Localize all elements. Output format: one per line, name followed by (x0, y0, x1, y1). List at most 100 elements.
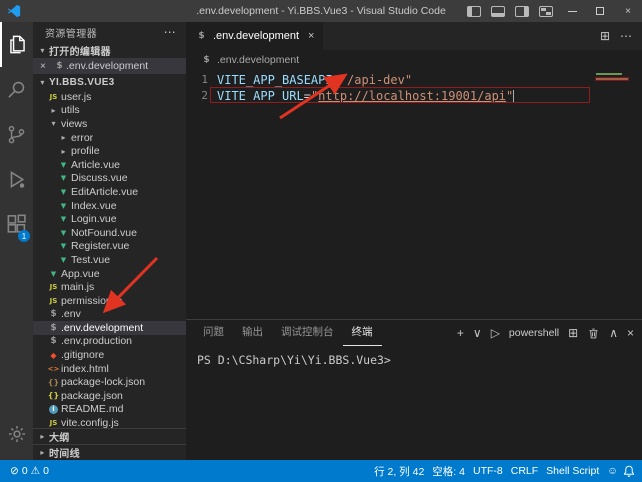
close-icon: × (625, 6, 631, 17)
terminal-profile-label[interactable]: powershell (509, 327, 559, 339)
open-editors-header[interactable]: ▾ 打开的编辑器 (33, 42, 186, 58)
chevron-right-icon: ▸ (47, 106, 60, 115)
warning-icon: ⚠ (31, 465, 40, 477)
panel-tab-终端[interactable]: 终端 (343, 320, 382, 346)
file-name: error (70, 132, 93, 144)
encoding[interactable]: UTF-8 (469, 465, 507, 477)
file-name: main.js (60, 281, 94, 293)
tree-item-permission.js[interactable]: JSpermission.js (33, 294, 186, 308)
tree-item-Test.vue[interactable]: ▼Test.vue (33, 253, 186, 267)
tree-item-README.md[interactable]: iREADME.md (33, 403, 186, 417)
panel-tab-输出[interactable]: 输出 (233, 320, 272, 346)
tab-env-development[interactable]: $ .env.development × (186, 22, 323, 50)
file-name: package.json (60, 390, 123, 402)
file-name: .gitignore (60, 349, 104, 361)
vue-file-icon: ▼ (47, 270, 60, 278)
tree-item-Register.vue[interactable]: ▼Register.vue (33, 240, 186, 254)
panel-tab-问题[interactable]: 问题 (194, 320, 233, 346)
code-editor[interactable]: 1VITE_APP_BASEAPI="/api-dev"2VITE_APP_UR… (186, 69, 642, 319)
search-icon (6, 79, 27, 100)
panel-tab-调试控制台[interactable]: 调试控制台 (272, 320, 343, 346)
chevron-down-icon[interactable]: ∨ (473, 326, 482, 340)
toggle-panel-icon[interactable] (491, 6, 505, 17)
title-bar: .env.development - Yi.BBS.Vue3 - Visual … (0, 0, 642, 22)
language-mode[interactable]: Shell Script (542, 465, 603, 477)
split-editor-icon[interactable]: ⊞ (600, 29, 610, 43)
close-icon[interactable]: × (40, 61, 51, 72)
split-terminal-icon[interactable]: ⊞ (568, 326, 578, 340)
code-line-2[interactable]: 2VITE_APP_URL="http://localhost:19001/ap… (186, 88, 642, 104)
activitybar-search[interactable] (0, 67, 33, 112)
panel-header: 问题输出调试控制台终端 + ∨ ▷ powershell ⊞ ∧ × (186, 320, 642, 346)
new-terminal-icon[interactable]: + (457, 326, 464, 340)
tree-item-.gitignore[interactable]: ◆.gitignore (33, 348, 186, 362)
cursor-position[interactable]: 行 2, 列 42 (370, 464, 428, 479)
tree-item-package.json[interactable]: {}package.json (33, 389, 186, 403)
toggle-secondary-sidebar-icon[interactable] (515, 6, 529, 17)
outline-header[interactable]: ▸ 大纲 (33, 428, 186, 444)
terminal[interactable]: PS D:\CSharp\Yi\Yi.BBS.Vue3> (186, 346, 642, 460)
tree-item-main.js[interactable]: JSmain.js (33, 280, 186, 294)
file-name: Index.vue (70, 200, 117, 212)
tree-item-package-lock.json[interactable]: {}package-lock.json (33, 375, 186, 389)
editor-actions: ⊞ ⋯ (600, 22, 642, 50)
tree-item-App.vue[interactable]: ▼App.vue (33, 267, 186, 281)
maximize-icon (596, 7, 604, 15)
tree-item-.env.production[interactable]: $.env.production (33, 335, 186, 349)
activity-bar: 1 (0, 22, 33, 460)
activitybar-extensions[interactable]: 1 (0, 202, 33, 247)
minimap[interactable] (596, 73, 630, 83)
activitybar-run-debug[interactable] (0, 157, 33, 202)
breadcrumb-item[interactable]: .env.development (217, 54, 299, 66)
timeline-header[interactable]: ▸ 时间线 (33, 444, 186, 460)
tree-item-.env.development[interactable]: $.env.development (33, 321, 186, 335)
more-actions-icon[interactable]: ⋯ (620, 29, 632, 43)
toggle-sidebar-icon[interactable] (467, 6, 481, 17)
activitybar-settings[interactable] (0, 411, 33, 456)
tree-item-profile[interactable]: ▸profile (33, 144, 186, 158)
close-button[interactable]: × (614, 0, 642, 22)
tree-item-.env[interactable]: $.env (33, 308, 186, 322)
tree-item-Discuss.vue[interactable]: ▼Discuss.vue (33, 172, 186, 186)
indentation[interactable]: 空格: 4 (428, 464, 469, 479)
vue-file-icon: ▼ (57, 215, 70, 223)
project-header[interactable]: ▾ YI.BBS.VUE3 (33, 74, 186, 90)
open-editor-item[interactable]: × $ .env.development (33, 58, 186, 74)
activitybar-source-control[interactable] (0, 112, 33, 157)
vue-file-icon: ▼ (57, 229, 70, 237)
chevron-right-icon: ▸ (36, 432, 49, 441)
tree-item-vite.config.js[interactable]: JSvite.config.js (33, 416, 186, 428)
tree-item-user.js[interactable]: JSuser.js (33, 90, 186, 104)
tree-item-EditArticle.vue[interactable]: ▼EditArticle.vue (33, 185, 186, 199)
tree-item-Article.vue[interactable]: ▼Article.vue (33, 158, 186, 172)
tree-item-Index.vue[interactable]: ▼Index.vue (33, 199, 186, 213)
file-name: EditArticle.vue (70, 186, 138, 198)
kill-terminal-trash-icon[interactable] (587, 327, 600, 340)
maximize-button[interactable] (586, 0, 614, 22)
launch-profile-icon[interactable]: ▷ (491, 326, 500, 340)
activitybar-explorer[interactable] (0, 22, 33, 67)
tree-item-utils[interactable]: ▸utils (33, 104, 186, 118)
sidebar-explorer: 资源管理器 ⋯ ▾ 打开的编辑器 × $ .env.development ▾ … (33, 22, 186, 460)
eol[interactable]: CRLF (507, 465, 542, 477)
code-line-1[interactable]: 1VITE_APP_BASEAPI="/api-dev" (186, 72, 642, 88)
notifications-bell-icon[interactable] (622, 464, 636, 478)
tree-item-index.html[interactable]: <>index.html (33, 362, 186, 376)
minimize-button[interactable] (558, 0, 586, 22)
tree-item-NotFound.vue[interactable]: ▼NotFound.vue (33, 226, 186, 240)
more-actions-icon[interactable]: ⋯ (164, 25, 176, 39)
close-tab-icon[interactable]: × (308, 30, 314, 42)
source-control-icon (6, 124, 27, 145)
tree-item-views[interactable]: ▾views (33, 117, 186, 131)
vue-file-icon: ▼ (57, 256, 70, 264)
feedback[interactable]: ☺ (603, 465, 622, 477)
maximize-panel-icon[interactable]: ∧ (609, 326, 618, 340)
tab-label: .env.development (213, 30, 299, 42)
code-text: VITE_APP_URL="http://localhost:19001/api… (208, 88, 514, 104)
tree-item-error[interactable]: ▸error (33, 131, 186, 145)
customize-layout-icon[interactable] (539, 6, 553, 17)
problems-indicator[interactable]: ⊘ 0 ⚠ 0 (6, 465, 53, 477)
tree-item-Login.vue[interactable]: ▼Login.vue (33, 212, 186, 226)
breadcrumb[interactable]: $ .env.development (186, 50, 642, 69)
close-panel-icon[interactable]: × (627, 326, 634, 340)
